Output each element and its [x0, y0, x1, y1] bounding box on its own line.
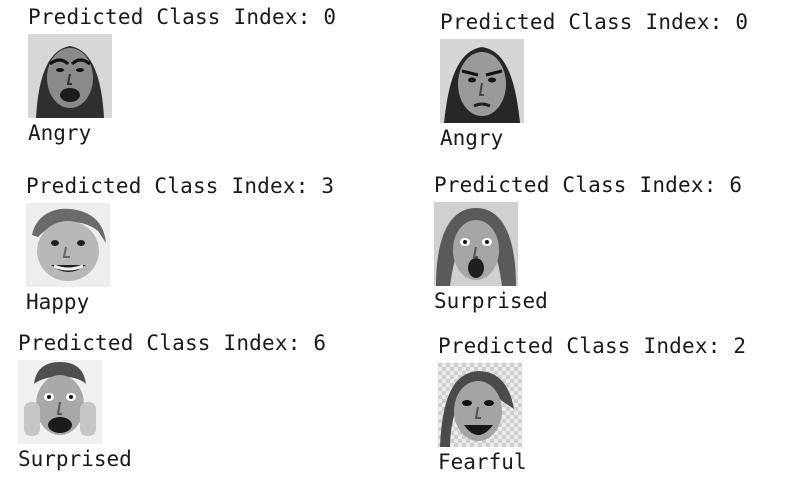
predicted-class-text: Predicted Class Index: 6 [18, 331, 327, 355]
emotion-label: Surprised [434, 289, 548, 313]
happy-boy-face-image [26, 203, 110, 287]
emotion-label: Surprised [18, 447, 132, 471]
emotion-label: Happy [26, 290, 90, 314]
result-card-3: Predicted Class Index: 3 Happy [26, 173, 334, 315]
fearful-woman-face-image [438, 363, 522, 447]
predicted-class-text: Predicted Class Index: 2 [438, 334, 747, 358]
surprised-woman-face-image [434, 202, 518, 286]
result-card-2: Predicted Class Index: 0 Angry [440, 9, 748, 151]
angry-woman-face-image [440, 39, 524, 123]
predicted-class-text: Predicted Class Index: 0 [440, 10, 749, 34]
surprised-man-face-image [18, 360, 102, 444]
predicted-class-text: Predicted Class Index: 3 [26, 174, 335, 198]
emotion-label: Angry [28, 121, 92, 145]
result-card-4: Predicted Class Index: 6 Surprised [434, 172, 742, 314]
result-card-1: Predicted Class Index: 0 Angry [28, 4, 336, 146]
angry-woman-face-image [28, 34, 112, 118]
emotion-label: Fearful [438, 450, 527, 474]
result-card-5: Predicted Class Index: 6 Surprised [18, 330, 326, 472]
result-card-6: Predicted Class Index: 2 Fearful [438, 333, 746, 475]
predicted-class-text: Predicted Class Index: 6 [434, 173, 743, 197]
emotion-label: Angry [440, 126, 504, 150]
predicted-class-text: Predicted Class Index: 0 [28, 5, 337, 29]
